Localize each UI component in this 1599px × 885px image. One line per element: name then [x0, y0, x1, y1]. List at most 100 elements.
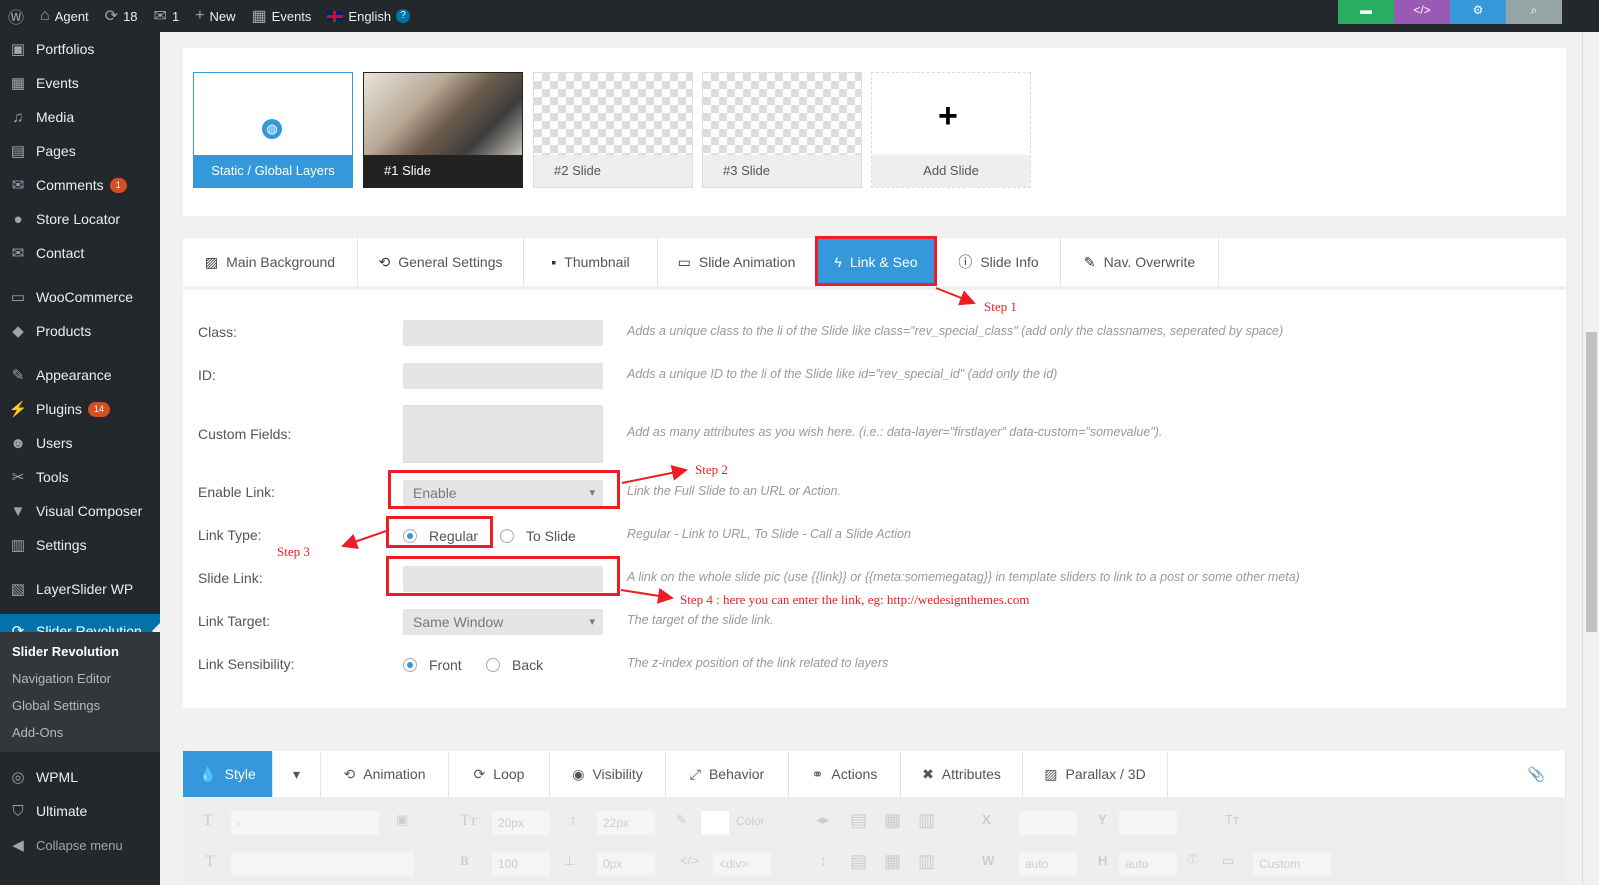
tab-general-settings[interactable]: ⟲ General Settings	[358, 238, 524, 286]
slide-2[interactable]: #2 Slide	[533, 72, 693, 188]
save-slide-button[interactable]: ▬	[1338, 0, 1394, 24]
tab-slide-animation[interactable]: ▭ Slide Animation	[658, 238, 816, 286]
layer-tab-attributes[interactable]: ✖ Attributes	[901, 751, 1023, 797]
sidebar-item-plugins[interactable]: ⚡ Plugins 14	[0, 392, 160, 426]
align-right-icon[interactable]: ▥	[918, 810, 935, 831]
sidebar-item-label: Settings	[36, 537, 87, 553]
link-target-select[interactable]: Same Window	[403, 609, 603, 635]
question-icon[interactable]: ?	[396, 9, 411, 23]
font-size-input[interactable]: 20px	[491, 810, 551, 836]
tab-main-background[interactable]: ▨ Main Background	[183, 238, 358, 286]
add-slide-button[interactable]: + Add Slide	[871, 72, 1031, 188]
align-bottom-icon[interactable]: ▥	[918, 851, 935, 872]
enable-link-label: Enable Link:	[198, 484, 276, 500]
layer-tab-dropdown[interactable]: ▾	[273, 751, 321, 797]
layer-tab-loop[interactable]: ⟳ Loop	[449, 751, 550, 797]
custom-fields-textarea[interactable]	[403, 405, 603, 463]
eye-icon: ◉	[572, 765, 585, 782]
new-content-link[interactable]: + New	[187, 0, 243, 32]
code-button[interactable]: </>	[1394, 0, 1450, 24]
align-top-icon[interactable]: ▤	[850, 851, 867, 872]
sidebar-item-appearance[interactable]: ✎ Appearance	[0, 358, 160, 392]
sensibility-back-radio[interactable]	[486, 658, 500, 672]
sidebar-item-users[interactable]: ☻ Users	[0, 426, 160, 460]
submenu-slider-revolution[interactable]: Slider Revolution	[12, 644, 119, 659]
save-icon[interactable]: ▣	[396, 812, 408, 828]
events-link[interactable]: ▦ Events	[244, 0, 320, 32]
layer-tab-label: Animation	[363, 766, 426, 782]
sidebar-item-woocommerce[interactable]: ▭ WooCommerce	[0, 280, 160, 314]
color-swatch[interactable]	[700, 810, 730, 836]
layer-tab-style[interactable]: 💧 Style	[183, 751, 273, 797]
sidebar-item-settings[interactable]: ▥ Settings	[0, 528, 160, 562]
page-scrollbar[interactable]	[1582, 32, 1599, 885]
link-type-toslide-radio[interactable]	[500, 529, 514, 543]
width-input[interactable]: auto	[1018, 851, 1078, 877]
sidebar-item-portfolios[interactable]: ▣ Portfolios	[0, 32, 160, 66]
sidebar-item-tools[interactable]: ✂ Tools	[0, 460, 160, 494]
scrollbar-thumb[interactable]	[1586, 332, 1597, 632]
class-input[interactable]	[403, 320, 603, 346]
submenu-global-settings[interactable]: Global Settings	[12, 698, 100, 713]
id-input[interactable]	[403, 363, 603, 389]
paperclip-icon[interactable]: 📎	[1528, 766, 1545, 783]
sidebar-item-events[interactable]: ▦ Events	[0, 66, 160, 100]
tab-nav-overwrite[interactable]: ✎ Nav. Overwrite	[1061, 238, 1219, 286]
language-switcher[interactable]: English?	[319, 0, 418, 32]
sensibility-front-radio[interactable]	[403, 658, 417, 672]
layer-tab-visibility[interactable]: ◉ Visibility	[550, 751, 666, 797]
height-input[interactable]: auto	[1118, 851, 1178, 877]
tab-thumbnail[interactable]: ▪ Thumbnail	[524, 238, 658, 286]
x-input[interactable]	[1018, 810, 1078, 836]
submenu-add-ons[interactable]: Add-Ons	[12, 725, 63, 740]
sidebar-item-contact[interactable]: ✉ Contact	[0, 236, 160, 270]
site-name-link[interactable]: ⌂ Agent	[32, 0, 97, 32]
search-button[interactable]: ⌕	[1506, 0, 1562, 24]
align-middle-icon[interactable]: ▦	[884, 851, 901, 872]
sidebar-item-layerslider[interactable]: ▧ LayerSlider WP	[0, 572, 160, 606]
slide-3[interactable]: #3 Slide	[702, 72, 862, 188]
html-tag-select[interactable]: <div>	[712, 851, 772, 877]
submenu-navigation-editor[interactable]: Navigation Editor	[12, 671, 111, 686]
comments-link[interactable]: ✉ 1	[146, 0, 188, 32]
align-center-icon[interactable]: ▦	[884, 810, 901, 831]
text-style-select[interactable]	[230, 851, 415, 877]
collapse-menu-button[interactable]: ◀ Collapse menu	[0, 828, 160, 862]
text-transform-icon[interactable]: Tт	[1225, 812, 1239, 827]
y-input[interactable]	[1118, 810, 1178, 836]
plus-icon: +	[195, 7, 205, 24]
layer-tab-behavior[interactable]: ⤢ Behavior	[666, 751, 789, 797]
code-icon: </>	[680, 853, 699, 868]
line-height-input[interactable]: 22px	[596, 810, 656, 836]
sidebar-item-store-locator[interactable]: ● Store Locator	[0, 202, 160, 236]
static-layers-slide[interactable]: ◍ Static / Global Layers	[193, 72, 353, 188]
sidebar-item-wpml[interactable]: ◎ WPML	[0, 760, 160, 794]
sidebar-item-products[interactable]: ◆ Products	[0, 314, 160, 348]
add-slide-label: Add Slide	[872, 155, 1030, 187]
slide-1[interactable]: #1 Slide	[363, 72, 523, 188]
step4-highlight	[386, 556, 620, 596]
align-left-icon[interactable]: ▤	[850, 810, 867, 831]
sidebar-item-media[interactable]: ♫ Media	[0, 100, 160, 134]
sidebar-item-comments[interactable]: ✉ Comments 1	[0, 168, 160, 202]
comments-badge: 1	[109, 177, 127, 193]
settings-button[interactable]: ⚙	[1450, 0, 1506, 24]
lock-icon[interactable]: ⚿	[1188, 851, 1198, 867]
layer-tab-parallax[interactable]: ▨ Parallax / 3D	[1023, 751, 1168, 797]
font-family-icon: T	[203, 812, 213, 829]
updates-link[interactable]: ⟳ 18	[97, 0, 146, 32]
sidebar-item-ultimate[interactable]: ⛉ Ultimate	[0, 794, 160, 828]
layer-tab-actions[interactable]: ⚭ Actions	[789, 751, 901, 797]
font-weight-select[interactable]: 100	[491, 851, 551, 877]
sidebar-item-label: Plugins	[36, 401, 82, 417]
cover-mode-select[interactable]: Custom	[1252, 851, 1332, 877]
sidebar-item-visual-composer[interactable]: ▼ Visual Composer	[0, 494, 160, 528]
tab-slide-info[interactable]: ⓘ Slide Info	[937, 238, 1061, 286]
layer-tab-animation[interactable]: ⟲ Animation	[321, 751, 449, 797]
sidebar-item-pages[interactable]: ▤ Pages	[0, 134, 160, 168]
letter-spacing-input[interactable]: 0px	[596, 851, 656, 877]
wp-logo-button[interactable]: Ⓦ	[0, 0, 32, 32]
custom-fields-help: Add as many attributes as you wish here.…	[627, 425, 1163, 439]
font-family-select[interactable]: -	[230, 810, 380, 836]
events-label: Events	[271, 8, 312, 24]
